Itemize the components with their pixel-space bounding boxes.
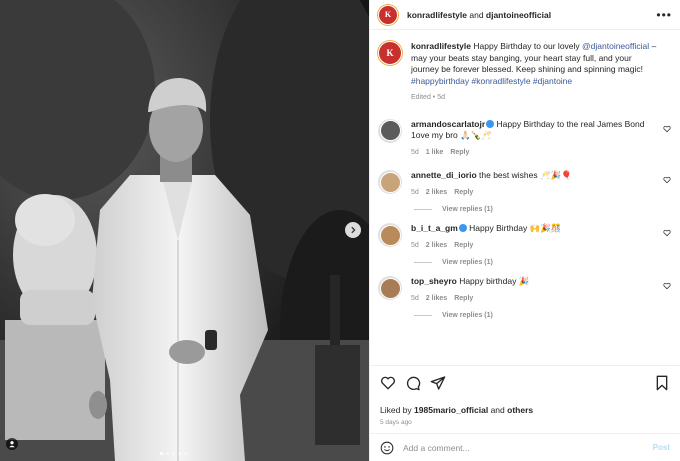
replies-line [414,315,432,316]
comment-meta: 5d 1 like Reply [411,147,660,159]
comment-meta: 5d 2 likes Reply [411,240,561,252]
caption-username[interactable]: konradlifestyle [411,41,471,51]
comment-meta: 5d 2 likes Reply [411,187,572,199]
caption-mention[interactable]: @djantoineofficial [582,41,649,51]
comment-likes[interactable]: 2 likes [426,295,447,302]
view-replies-button[interactable]: View replies (1) [414,259,672,266]
replies-line [414,209,432,210]
avatar-letter: K [386,48,394,58]
commenter-avatar[interactable] [378,223,402,247]
collaborator-username[interactable]: djantoineofficial [486,10,551,20]
carousel-dot [184,452,187,455]
comment-age: 5d [411,241,419,249]
post-actions: Liked by 1985mario_official and others 5… [370,365,680,426]
comment-item: armandoscarlatojr Happy Birthday to the … [378,118,672,159]
author-username[interactable]: konradlifestyle [407,10,467,20]
heart-icon[interactable] [380,375,396,391]
comment-text: the best wishes 🥂🎉🎈 [476,170,572,180]
user-icon [9,441,15,448]
comment-likes[interactable]: 2 likes [426,189,447,196]
carousel-dots [160,452,187,455]
comment-reply-button[interactable]: Reply [454,189,473,196]
liked-by-others[interactable]: others [507,405,533,415]
verified-badge-icon [458,224,467,232]
more-horizontal-icon[interactable]: ••• [656,8,672,22]
comment-body: annette_di_iorio the best wishes 🥂🎉🎈 5d 2… [411,170,584,198]
comment-body: b_i_t_a_gm Happy Birthday 🙌🎉🎊 5d 2 likes R… [411,223,573,251]
emoji-icon[interactable] [380,441,394,455]
comment-age: 5d [411,294,419,302]
add-comment-bar: Post [370,433,680,461]
comment-username[interactable]: armandoscarlatojr [411,119,485,129]
avatar-letter: K [384,10,392,19]
caption-meta: Edited • 5d [411,94,445,101]
comments-list[interactable]: K konradlifestyle Happy Birthday to our … [370,31,680,364]
share-icon[interactable] [430,375,446,391]
comment-reply-button[interactable]: Reply [450,149,469,156]
commenter-avatar[interactable] [378,276,402,300]
view-replies-button[interactable]: View replies (1) [414,206,672,213]
comment-text: Happy Birthday 🙌🎉🎊 [466,223,562,233]
comment-item: annette_di_iorio the best wishes 🥂🎉🎈 5d 2… [378,170,672,198]
post-header: K konradlifestyle and djantoineofficial … [370,0,680,30]
comment-likes[interactable]: 1 like [426,149,444,156]
carousel-dot [166,452,169,455]
commenter-avatar[interactable] [378,170,402,194]
comment-meta: 5d 2 likes Reply [411,293,529,305]
author-avatar[interactable]: K [378,4,398,25]
commenter-avatar[interactable] [378,118,402,143]
comment-username[interactable]: b_i_t_a_gm [411,223,458,233]
add-comment-input[interactable] [403,442,653,453]
carousel-dot [172,452,175,455]
liked-by-and: and [488,405,508,415]
chevron-right-icon [351,226,356,234]
post-side-panel: K konradlifestyle and djantoineofficial … [369,0,680,461]
heart-icon[interactable] [663,282,671,290]
heart-icon[interactable] [663,176,671,184]
liked-by-prefix: Liked by [380,405,415,415]
comment-reply-button[interactable]: Reply [454,242,473,249]
tagged-users-button[interactable] [6,438,18,450]
carousel-dot [178,452,181,455]
heart-icon[interactable] [663,125,671,133]
liked-by: Liked by 1985mario_official and others [380,405,670,415]
comment-icon[interactable] [405,375,421,391]
liked-by-user[interactable]: 1985mario_official [414,405,488,415]
comment-item: b_i_t_a_gm Happy Birthday 🙌🎉🎊 5d 2 likes R… [378,223,672,251]
post-photo[interactable] [0,0,369,461]
carousel-dot [160,452,163,455]
comment-text: Happy birthday 🎉 [456,276,530,286]
photo-image [0,0,369,461]
comment-username[interactable]: annette_di_iorio [411,170,477,180]
comment-age: 5d [411,188,419,196]
comment-reply-button[interactable]: Reply [454,295,473,302]
caption-avatar[interactable]: K [378,41,402,65]
view-replies-label: View replies (1) [442,206,493,213]
post-time-ago[interactable]: 5 days ago [380,419,670,426]
comment-item: top_sheyro Happy birthday 🎉 5d 2 likes Rep… [378,276,672,304]
caption-text: Happy Birthday to our lovely [471,41,583,51]
post-caption: K konradlifestyle Happy Birthday to our … [378,41,672,104]
bookmark-icon[interactable] [654,375,670,391]
post-modal: K konradlifestyle and djantoineofficial … [0,0,680,461]
comment-body: top_sheyro Happy birthday 🎉 5d 2 likes Rep… [411,276,541,304]
next-photo-button[interactable] [345,222,361,238]
replies-line [414,262,432,263]
view-replies-button[interactable]: View replies (1) [414,312,672,319]
authors-conjunction: and [467,9,486,20]
comment-username[interactable]: top_sheyro [411,276,457,286]
comment-age: 5d [411,148,419,156]
post-comment-button[interactable]: Post [653,443,670,452]
action-icons [380,374,670,392]
caption-body: konradlifestyle Happy Birthday to our lo… [411,41,672,104]
caption-hashtags[interactable]: #happybirthday #konradlifestyle #djantoi… [411,76,572,86]
comment-likes[interactable]: 2 likes [426,242,447,249]
post-authors: konradlifestyle and djantoineofficial [407,10,656,20]
heart-icon[interactable] [663,229,671,237]
view-replies-label: View replies (1) [442,259,493,266]
view-replies-label: View replies (1) [442,312,493,319]
comment-body: armandoscarlatojr Happy Birthday to the … [411,119,672,159]
verified-badge-icon [486,119,495,128]
